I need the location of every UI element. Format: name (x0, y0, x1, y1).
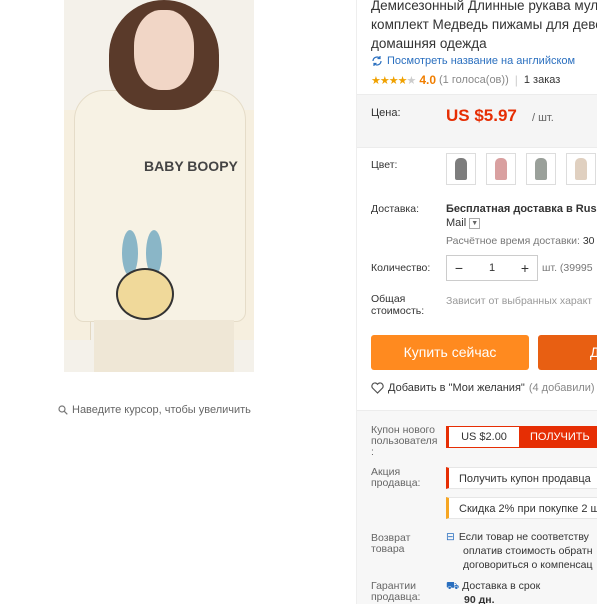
total-label-line: Общая (371, 293, 406, 305)
label-line: товара (371, 543, 405, 555)
return-label: Возврат товара (371, 533, 410, 555)
rating-row: ★★★★★ 4.0 (1 голоса(ов)) | 1 заказ (371, 73, 560, 87)
total-label: Общая стоимость: (371, 293, 424, 317)
image-print-text: BABY BOOPY (144, 158, 238, 174)
return-text-line: оплатив стоимость обратн (463, 545, 593, 557)
product-title: Демисезонный Длинные рукава мул комплект… (371, 0, 597, 53)
rating-stars-icon: ★★★★★ (371, 74, 416, 87)
translate-link[interactable]: Посмотреть название на английском (371, 55, 575, 67)
quantity-label: Количество: (371, 262, 431, 274)
estimate-value: 30 (582, 235, 595, 247)
shipping-method[interactable]: Бесплатная доставка в Russi Mail ▼ (446, 202, 597, 230)
price-unit: / шт. (532, 112, 554, 124)
shipping-text: Бесплатная доставка в Russi (446, 203, 597, 215)
product-title-line: домашняя одежда (371, 36, 487, 51)
total-label-line: стоимость: (371, 305, 425, 317)
label-line: пользователя (371, 435, 438, 447)
discount-offer[interactable]: Скидка 2% при покупке 2 ш (446, 497, 597, 519)
add-to-cart-button[interactable]: Доба (538, 335, 597, 370)
guarantee-text: Доставка в срок (462, 580, 541, 592)
quantity-input[interactable]: 1 (480, 262, 504, 274)
seller-promo-label: Акция продавца: (371, 467, 420, 489)
coupon-amount: US $2.00 (449, 426, 520, 448)
promotions-section: Купон нового пользователя : US $2.00 ПОЛ… (357, 410, 597, 604)
color-option[interactable] (486, 153, 516, 185)
price-box: Цена: US $5.97 / шт. (357, 94, 597, 148)
product-info-panel: Демисезонный Длинные рукава мул комплект… (356, 0, 597, 604)
new-user-coupon-label: Купон нового пользователя : (371, 425, 438, 458)
shipping-label: Доставка: (371, 203, 420, 215)
translate-icon (372, 56, 382, 66)
return-text-line: Если товар не соответству (458, 531, 589, 543)
rating-votes[interactable]: (1 голоса(ов)) (439, 74, 509, 86)
color-option-figure (535, 158, 547, 180)
label-line: продавца: (371, 591, 421, 603)
product-title-line: комплект Медведь пижамы для дево (371, 17, 597, 32)
increase-button[interactable]: + (513, 260, 537, 276)
label-line: : (371, 446, 374, 458)
translate-link-text: Посмотреть название на английском (387, 55, 576, 67)
color-option-figure (575, 158, 587, 180)
product-image[interactable]: BABY BOOPY (64, 0, 254, 372)
wishlist-count: (4 добавили) (528, 382, 595, 394)
available-quantity: шт. (39995 (542, 262, 593, 274)
price-label: Цена: (371, 107, 401, 119)
wishlist-text: Добавить в "Мои желания" (388, 382, 525, 394)
shipping-text-2: Mail (446, 217, 467, 229)
color-label: Цвет: (371, 159, 398, 171)
zoom-hint: Наведите курсор, чтобы увеличить (58, 404, 251, 416)
total-value: Зависит от выбранных характ (446, 295, 593, 307)
image-bunny-face (116, 268, 174, 320)
chevron-down-icon[interactable]: ▼ (469, 217, 481, 229)
delivery-estimate: Расчётное время доставки: 30 (446, 235, 595, 247)
new-user-coupon: US $2.00 ПОЛУЧИТЬ (446, 426, 597, 448)
color-option-figure (455, 158, 467, 180)
return-text-line: договориться о компенсац (463, 559, 593, 571)
search-icon (58, 405, 68, 415)
seller-coupon-button[interactable]: Получить купон продавца (446, 467, 597, 489)
image-face (134, 10, 194, 90)
guarantee-days: 90 дн. (464, 594, 495, 604)
zoom-hint-text: Наведите курсор, чтобы увеличить (72, 404, 251, 416)
color-option-figure (495, 158, 507, 180)
return-policy: ⊟ Если товар не соответству оплатив стоим… (446, 530, 593, 572)
wishlist-link[interactable]: Добавить в "Мои желания" (4 добавили) (371, 382, 595, 394)
truck-icon: ⛟ (446, 580, 460, 592)
heart-icon (371, 382, 384, 394)
price-value: US $5.97 (446, 106, 517, 125)
product-gallery: BABY BOOPY Наведите курсор, чтобы увелич… (0, 0, 356, 604)
guarantee-label: Гарантии продавца: (371, 581, 420, 603)
color-option[interactable] (446, 153, 476, 185)
image-pants (94, 320, 234, 372)
rating-score: 4.0 (419, 73, 437, 87)
get-coupon-button[interactable]: ПОЛУЧИТЬ (520, 426, 597, 448)
quantity-stepper: − 1 + (446, 255, 538, 281)
product-title-line: Демисезонный Длинные рукава мул (371, 0, 597, 13)
seller-guarantee: ⛟ Доставка в срок 90 дн. (446, 579, 540, 604)
buy-now-button[interactable]: Купить сейчас (371, 335, 529, 370)
color-option[interactable] (526, 153, 556, 185)
return-icon: ⊟ (446, 531, 455, 543)
estimate-label: Расчётное время доставки: (446, 235, 580, 247)
orders-count: 1 заказ (523, 74, 561, 86)
decrease-button[interactable]: − (447, 260, 471, 276)
label-line: продавца: (371, 477, 421, 489)
color-option[interactable] (566, 153, 596, 185)
divider: | (514, 73, 518, 87)
